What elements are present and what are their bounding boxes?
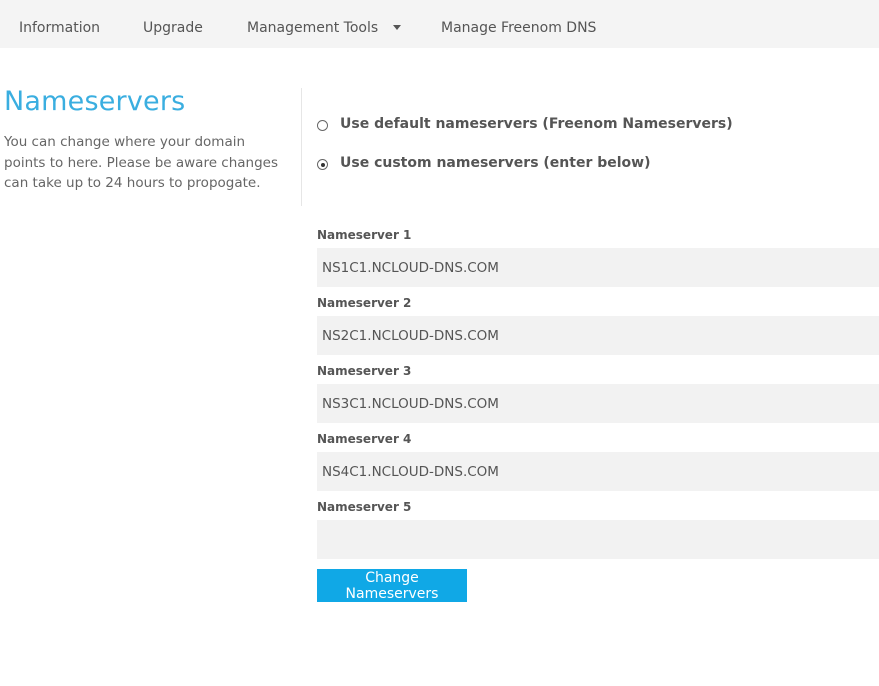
radio-label-custom: Use custom nameservers (enter below) [340,155,651,171]
section-title: Nameservers [4,86,186,117]
nameserver-2-group: Nameserver 2 [317,295,879,355]
section-description: You can change where your domain points … [4,134,279,191]
nameserver-2-label: Nameserver 2 [317,296,412,310]
nameserver-5-input[interactable] [317,520,879,559]
nav-item-manage-freenom-dns[interactable]: Manage Freenom DNS [441,0,596,48]
radio-label-default: Use default nameservers (Freenom Nameser… [340,116,733,132]
nav-item-upgrade[interactable]: Upgrade [143,0,203,48]
vertical-divider [301,88,302,206]
nameserver-3-input[interactable] [317,384,879,423]
caret-down-icon [393,25,402,30]
nameserver-3-label: Nameserver 3 [317,364,412,378]
nav-item-label: Manage Freenom DNS [441,20,597,36]
nameserver-3-group: Nameserver 3 [317,363,879,423]
nameserver-4-group: Nameserver 4 [317,431,879,491]
nameserver-2-input[interactable] [317,316,879,355]
nav-item-label: Information [19,20,101,36]
top-navigation: Information Upgrade Management Tools Man… [0,0,879,48]
change-nameservers-button[interactable]: Change Nameservers [317,569,467,602]
nameserver-4-input[interactable] [317,452,879,491]
radio-button-default[interactable] [317,120,328,131]
radio-button-custom[interactable] [317,159,328,170]
nameserver-4-label: Nameserver 4 [317,432,412,446]
nav-item-label: Management Tools [247,20,379,36]
nameserver-5-label: Nameserver 5 [317,500,412,514]
nav-item-information[interactable]: Information [19,0,100,48]
nameserver-5-group: Nameserver 5 [317,499,879,559]
nameserver-1-input[interactable] [317,248,879,287]
nav-item-management-tools[interactable]: Management Tools [247,0,402,48]
nameserver-1-group: Nameserver 1 [317,227,879,287]
nameserver-1-label: Nameserver 1 [317,228,412,242]
nav-item-label: Upgrade [143,20,203,36]
